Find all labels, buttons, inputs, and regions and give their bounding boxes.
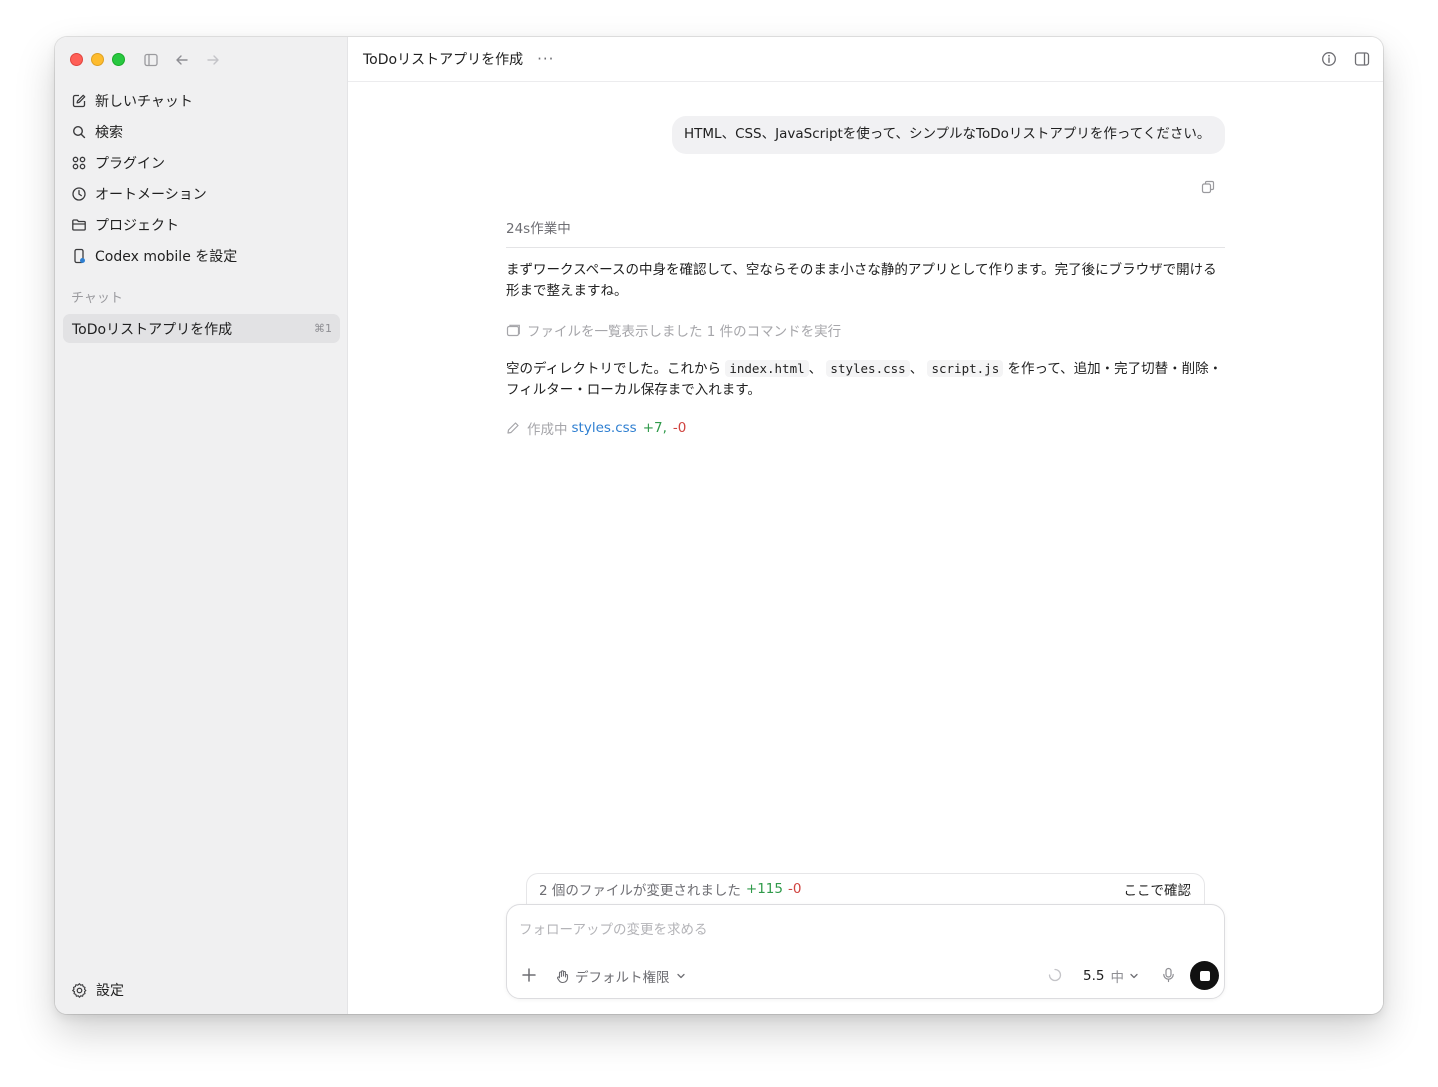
model-selector[interactable]: 5.5 中 xyxy=(1083,966,1139,986)
clock-icon xyxy=(72,186,86,201)
settings-button[interactable]: 設定 xyxy=(71,980,124,1000)
followup-input[interactable]: フォローアップの変更を求める xyxy=(519,918,707,938)
lines-added: +7, xyxy=(642,420,667,436)
stop-icon xyxy=(1199,970,1210,981)
folder-icon xyxy=(72,218,86,231)
model-name: 5.5 xyxy=(1083,968,1105,984)
chat-shortcut: ⌘1 xyxy=(314,322,332,335)
changes-removed: -0 xyxy=(787,881,802,897)
separator: 、 xyxy=(909,361,924,377)
chevron-down-icon xyxy=(676,973,685,979)
working-status[interactable]: 24s作業中 xyxy=(506,217,1225,248)
sidebar-item-new-chat[interactable]: 新しいチャット xyxy=(63,85,339,116)
loading-spinner-icon xyxy=(1048,968,1062,982)
chat-list-item[interactable]: ToDoリストアプリを作成 ⌘1 xyxy=(63,314,340,343)
back-arrow-icon[interactable] xyxy=(175,53,189,67)
sidebar-item-label: 新しいチャット xyxy=(95,93,193,110)
assistant-paragraph: まずワークスペースの中身を確認して、空ならそのまま小さな静的アプリとして作ります… xyxy=(506,262,1217,299)
page-title: ToDoリストアプリを作成 xyxy=(363,52,524,68)
user-message: HTML、CSS、JavaScriptを使って、シンプルなToDoリストアプリを… xyxy=(672,116,1225,154)
sidebar-item-search[interactable]: 検索 xyxy=(63,116,339,147)
panel-toggle-icon[interactable] xyxy=(1354,51,1370,67)
chat-title: ToDoリストアプリを作成 xyxy=(72,321,233,338)
lines-removed: -0 xyxy=(672,420,687,436)
chat-section-label: チャット xyxy=(71,291,123,306)
sidebar-item-plugins[interactable]: プラグイン xyxy=(63,147,339,178)
compose-icon xyxy=(72,94,86,107)
sidebar-item-codex-mobile[interactable]: Codex mobile を設定 xyxy=(63,240,339,271)
changes-added: +115 xyxy=(745,881,783,897)
edit-label: 作成中 xyxy=(527,422,568,438)
window-controls xyxy=(70,53,125,66)
plus-icon[interactable] xyxy=(519,965,539,985)
sidebar-item-label: プラグイン xyxy=(95,155,165,172)
sidebar: 新しいチャット 検索 プラグイン オートメーション プロジェクト Codex m… xyxy=(55,37,348,1014)
app-window: 新しいチャット 検索 プラグイン オートメーション プロジェクト Codex m… xyxy=(55,37,1383,1014)
sidebar-toggle-icon[interactable] xyxy=(144,53,158,67)
title-bar: ToDoリストアプリを作成 ··· xyxy=(348,37,1383,82)
info-icon[interactable] xyxy=(1321,51,1337,67)
paragraph-prefix: 空のディレクトリでした。これから xyxy=(506,361,722,377)
forward-arrow-icon[interactable] xyxy=(206,53,220,67)
sidebar-nav: 新しいチャット 検索 プラグイン オートメーション プロジェクト Codex m… xyxy=(63,85,339,271)
review-here-button[interactable]: ここで確認 xyxy=(1124,879,1192,899)
phone-icon xyxy=(74,248,85,263)
inline-code-file: script.js xyxy=(927,360,1004,377)
effort-level: 中 xyxy=(1110,970,1124,986)
composer[interactable]: フォローアップの変更を求める デフォルト権限 5.5 中 xyxy=(506,904,1225,999)
assistant-paragraph-2: 空のディレクトリでした。これから index.html、 styles.css、… xyxy=(506,358,1228,401)
microphone-icon[interactable] xyxy=(1161,967,1176,983)
sidebar-item-label: オートメーション xyxy=(95,186,207,203)
close-window-button[interactable] xyxy=(70,53,83,66)
sidebar-item-label: Codex mobile を設定 xyxy=(95,248,238,265)
settings-label: 設定 xyxy=(96,983,124,999)
permission-label: デフォルト権限 xyxy=(575,970,670,986)
permission-selector[interactable]: デフォルト権限 xyxy=(555,966,686,986)
zoom-window-button[interactable] xyxy=(112,53,125,66)
sidebar-item-label: プロジェクト xyxy=(95,217,179,234)
edit-file-link[interactable]: styles.css xyxy=(572,420,637,436)
more-options-button[interactable]: ··· xyxy=(537,50,554,68)
sidebar-item-projects[interactable]: プロジェクト xyxy=(63,209,339,240)
terminal-window-icon xyxy=(506,324,520,336)
inline-code-file: index.html xyxy=(725,360,809,377)
sidebar-item-label: 検索 xyxy=(95,124,123,141)
changes-bar: 2 個のファイルが変更されました +115 -0 ここで確認 xyxy=(526,873,1205,904)
command-summary[interactable]: ファイルを一覧表示しました 1 件のコマンドを実行 xyxy=(506,320,841,340)
main-panel: ToDoリストアプリを作成 ··· HTML、CSS、JavaScriptを使っ… xyxy=(348,37,1383,1014)
pencil-icon xyxy=(507,422,519,434)
search-icon xyxy=(72,125,86,138)
chevron-down-icon xyxy=(1130,973,1138,979)
changes-summary: 2 個のファイルが変更されました xyxy=(539,883,741,899)
hand-icon xyxy=(557,969,569,983)
stop-button[interactable] xyxy=(1190,961,1219,990)
composer-toolbar: デフォルト権限 5.5 中 xyxy=(507,961,1224,990)
minimize-window-button[interactable] xyxy=(91,53,104,66)
inline-code-file: styles.css xyxy=(826,360,910,377)
separator: 、 xyxy=(808,361,823,377)
plugin-grid-icon xyxy=(72,156,86,169)
file-edit-status[interactable]: 作成中 styles.css +7, -0 xyxy=(506,418,686,438)
command-summary-text: ファイルを一覧表示しました 1 件のコマンドを実行 xyxy=(527,324,842,340)
gear-icon xyxy=(72,982,87,998)
copy-icon[interactable] xyxy=(1201,180,1215,194)
sidebar-item-automation[interactable]: オートメーション xyxy=(63,178,339,209)
